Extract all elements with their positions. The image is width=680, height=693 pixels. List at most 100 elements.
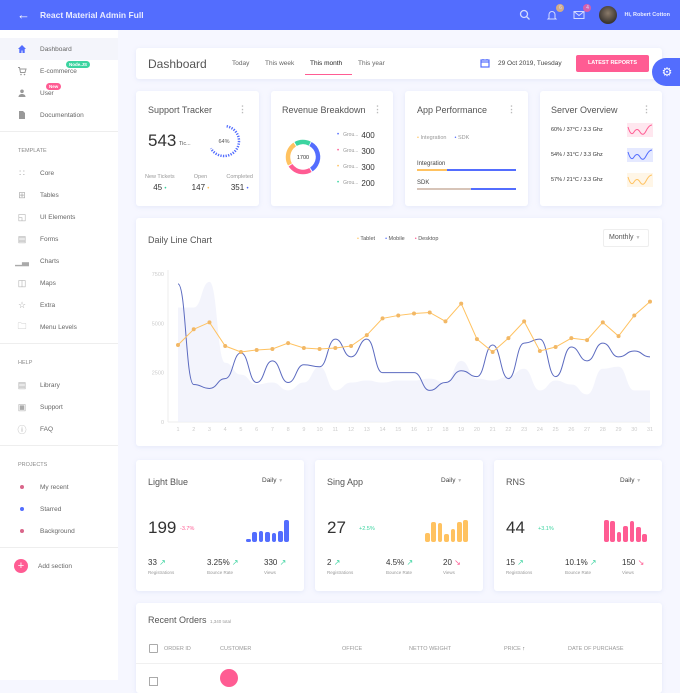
x-tick-label: 14 — [379, 427, 385, 433]
revenue-breakdown-card: Revenue Breakdown ⋮ 1700 • Grou... 400 • Gr… — [271, 91, 393, 206]
mini-bar-chart — [246, 518, 292, 542]
sidebar-item-ui-elements[interactable]: ◱ UI Elements — [0, 206, 118, 228]
add-section-button[interactable]: + Add section — [0, 553, 118, 579]
stat-label: Views — [622, 570, 634, 575]
sidebar-item-faq[interactable]: ⓘ FAQ — [0, 418, 118, 440]
card-title: Revenue Breakdown — [282, 105, 366, 115]
user-avatar[interactable] — [599, 6, 618, 24]
stat-value: 33 — [148, 558, 157, 567]
column-netto-weight[interactable]: NETTO WEIGHT — [409, 646, 451, 652]
project-my-recent[interactable]: My recent — [0, 476, 118, 498]
more-vert-icon[interactable]: ⋮ — [507, 105, 516, 114]
select-all-checkbox[interactable] — [149, 644, 158, 653]
mini-bar — [629, 521, 635, 542]
x-tick-label: 12 — [348, 427, 354, 433]
legend-item: • Grou... 400 — [337, 127, 375, 143]
sidebar-item-forms[interactable]: ▤ Forms — [0, 228, 118, 250]
sidebar-item-charts[interactable]: ▁▃ Charts — [0, 250, 118, 272]
x-tick-label: 18 — [442, 427, 448, 433]
bar-chart-icon: ▁▃ — [15, 255, 29, 266]
back-arrow-icon[interactable]: ← — [17, 8, 31, 22]
trend-up-icon: ↗ — [231, 558, 239, 567]
legend-dot-icon: • — [337, 148, 340, 154]
calendar-icon[interactable] — [480, 58, 490, 70]
stat-value: 2 — [327, 558, 332, 567]
sidebar-item-label: Extra — [40, 301, 56, 309]
search-icon[interactable] — [518, 8, 532, 22]
tab-today[interactable]: Today — [232, 60, 249, 67]
period-select[interactable]: Daily ▼ — [441, 477, 462, 484]
period-select[interactable]: Daily ▼ — [620, 477, 641, 484]
x-tick-label: 19 — [458, 427, 464, 433]
x-tick-label: 26 — [568, 427, 574, 433]
project-stat: 2 ↗ Registrations — [327, 558, 353, 575]
x-tick-label: 30 — [631, 427, 637, 433]
stat-label: Open — [193, 174, 208, 180]
stat-value: 20 — [443, 558, 452, 567]
sidebar-item-library[interactable]: ▤ Library — [0, 374, 118, 396]
notifications-bell-icon[interactable]: 6 — [545, 4, 565, 22]
mini-bar — [636, 526, 641, 542]
recent-orders-title: Recent Orders — [148, 615, 207, 625]
project-starred[interactable]: Starred — [0, 498, 118, 520]
x-tick-label: 17 — [427, 427, 433, 433]
sidebar-item-tables[interactable]: ⊞ Tables — [0, 184, 118, 206]
project-change: -3.7% — [180, 526, 195, 532]
sidebar-item-label: Tables — [40, 191, 59, 199]
sidebar-item-user[interactable]: User New — [0, 82, 118, 104]
column-label: PRICE — [504, 646, 521, 652]
legend-item-mobile: • Mobile — [385, 236, 405, 242]
mini-bar — [271, 533, 277, 542]
sidebar-item-core[interactable]: ∷ Core — [0, 162, 118, 184]
sidebar-item-documentation[interactable]: Documentation — [0, 104, 118, 126]
column-price[interactable]: PRICE ↑ — [504, 646, 525, 652]
app-performance-card: App Performance ⋮ • Integration • SDK In… — [405, 91, 528, 206]
integration-label: Integration — [417, 161, 446, 167]
stat-label: Views — [264, 570, 276, 575]
sidebar-item-support[interactable]: ▣ Support — [0, 396, 118, 418]
settings-gear-button[interactable]: ⚙ — [652, 58, 680, 86]
period-select[interactable]: Monthly ▼ — [603, 229, 649, 247]
mail-icon[interactable]: 4 — [572, 4, 592, 22]
mini-bar — [604, 520, 609, 542]
x-tick-label: 31 — [647, 427, 653, 433]
tablet-point — [537, 348, 542, 353]
latest-reports-button[interactable]: LATEST REPORTS — [576, 55, 649, 72]
user-greeting[interactable]: Hi, Robert Cotton — [624, 12, 670, 18]
tab-this-year[interactable]: This year — [358, 60, 385, 67]
add-section-label: Add section — [38, 562, 72, 570]
current-date: 29 Oct 2019, Tuesday — [498, 60, 562, 67]
tablet-point — [585, 338, 590, 343]
column-office[interactable]: OFFICE — [342, 646, 362, 652]
more-vert-icon[interactable]: ⋮ — [642, 105, 651, 114]
tab-this-month[interactable]: This month — [310, 60, 342, 67]
column-date-of-purchase[interactable]: DATE OF PURCHASE — [568, 646, 624, 652]
sidebar-divider — [0, 131, 118, 132]
legend-value: 300 — [361, 162, 375, 172]
more-vert-icon[interactable]: ⋮ — [373, 105, 382, 114]
server-stat-text: 57% / 21°C / 3.3 Ghz — [551, 177, 603, 183]
more-vert-icon[interactable]: ⋮ — [238, 105, 247, 114]
trend-up-icon: ↗ — [333, 558, 341, 567]
project-stat: 4.5% ↗ Bounce Rate — [386, 558, 413, 575]
tab-this-week[interactable]: This week — [265, 60, 294, 67]
x-tick-label: 5 — [239, 427, 242, 433]
project-background[interactable]: Background — [0, 520, 118, 542]
sidebar-item-dashboard[interactable]: Dashboard — [0, 38, 118, 60]
column-order-id[interactable]: ORDER ID — [164, 646, 191, 652]
sidebar-item-ecommerce[interactable]: E-commerce Node.JS — [0, 60, 118, 82]
mini-bar-chart — [604, 518, 650, 542]
row-checkbox[interactable] — [149, 677, 158, 686]
app-title: React Material Admin Full — [40, 10, 144, 20]
sidebar-item-extra[interactable]: ☆ Extra — [0, 294, 118, 316]
sidebar-item-maps[interactable]: ◫ Maps — [0, 272, 118, 294]
card-title: Support Tracker — [148, 105, 213, 115]
sidebar-item-menu-levels[interactable]: 🗀 Menu Levels — [0, 316, 118, 338]
period-select[interactable]: Daily ▼ — [262, 477, 283, 484]
performance-legend: • Integration • SDK — [417, 135, 469, 141]
legend-item: • SDK — [454, 135, 469, 141]
column-customer[interactable]: CUSTOMER — [220, 646, 251, 652]
mini-bar — [450, 528, 456, 542]
project-stat: 15 ↗ Registrations — [506, 558, 532, 575]
tablet-point — [238, 349, 243, 354]
